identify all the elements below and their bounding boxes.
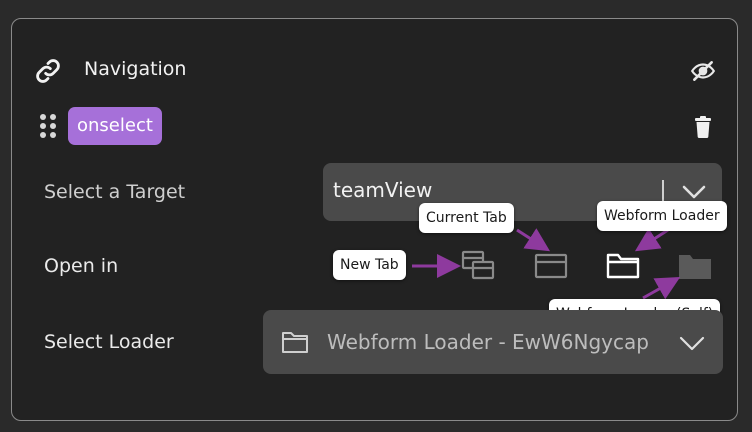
folder-icon: [281, 330, 309, 354]
tooltip-webform-loader: Webform Loader: [597, 201, 727, 231]
loader-label: Select Loader: [44, 331, 174, 353]
tooltip-current-tab: Current Tab: [419, 203, 514, 233]
loader-value: Webform Loader - EwW6Ngycap: [327, 330, 649, 354]
chevron-down-icon[interactable]: [678, 334, 706, 352]
tooltip-new-tab: New Tab: [333, 250, 406, 280]
